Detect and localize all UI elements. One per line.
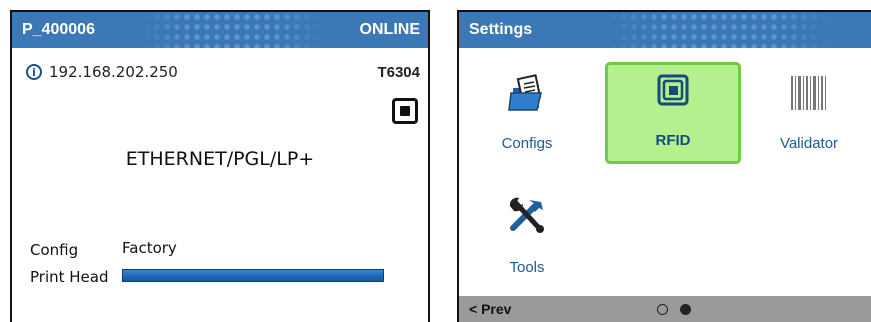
- config-value: Factory: [122, 239, 177, 257]
- config-label: Config: [30, 241, 79, 259]
- settings-title: Settings: [469, 21, 533, 38]
- page-indicator-dot-active: [680, 304, 691, 315]
- barcode-icon: [791, 76, 826, 110]
- title-bar-pattern: [609, 12, 829, 48]
- menu-item-configs[interactable]: Configs: [459, 64, 595, 166]
- menu-item-label: Tools: [509, 259, 545, 276]
- printer-name: P_400006: [22, 21, 95, 38]
- menu-item-label: Validator: [779, 135, 839, 152]
- protocol-label: ETHERNET/PGL/LP+: [125, 148, 315, 170]
- ip-address: 192.168.202.250: [49, 63, 178, 81]
- menu-item-validator[interactable]: Validator: [741, 64, 871, 166]
- rfid-chip-icon: [657, 74, 689, 106]
- emulation-icon: [392, 98, 418, 124]
- menu-item-label: RFID: [655, 132, 691, 149]
- menu-item-label: Configs: [501, 135, 553, 152]
- print-head-progress-bar: [122, 269, 384, 282]
- folder-document-icon: [508, 74, 542, 111]
- info-icon: i: [26, 64, 42, 80]
- page-indicator-dot: [657, 304, 668, 315]
- navigation-bar: < Prev: [459, 296, 871, 322]
- menu-item-tools[interactable]: Tools: [459, 188, 595, 290]
- status-title-bar: P_400006 ONLINE: [12, 12, 428, 48]
- online-status: ONLINE: [359, 21, 420, 38]
- ip-address-row: i 192.168.202.250: [26, 63, 178, 81]
- prev-button[interactable]: < Prev: [469, 301, 511, 317]
- printer-model: T6304: [377, 64, 420, 81]
- print-head-label: Print Head: [30, 268, 109, 286]
- menu-item-rfid[interactable]: RFID: [605, 62, 741, 164]
- tools-icon: [509, 197, 544, 233]
- settings-screen: Settings Configs RFID Validator Tools < …: [457, 10, 871, 322]
- title-bar-pattern: [142, 12, 322, 48]
- printer-status-screen: P_400006 ONLINE i 192.168.202.250 T6304 …: [10, 10, 430, 322]
- settings-title-bar: Settings: [459, 12, 871, 48]
